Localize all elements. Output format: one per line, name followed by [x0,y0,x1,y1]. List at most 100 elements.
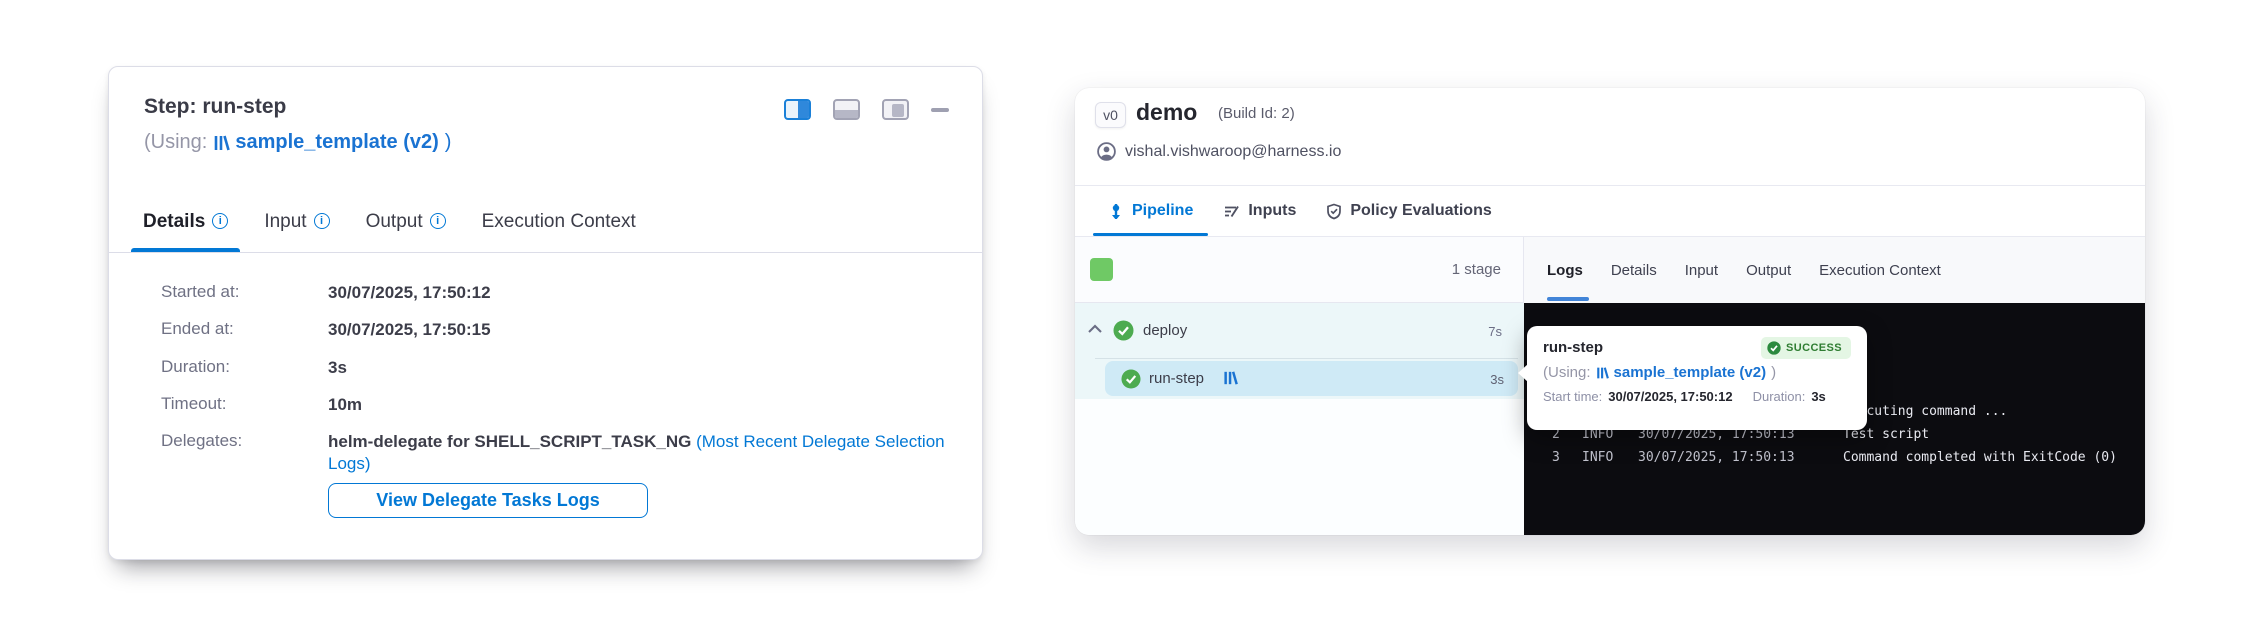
template-link-label: sample_template (v2) [235,131,438,154]
pipeline-icon [1108,203,1124,220]
tab-details[interactable]: Details i [131,205,240,252]
template-icon [1596,366,1609,380]
tab-policy-evaluations[interactable]: Policy Evaluations [1311,186,1506,236]
group-divider [1095,358,1518,359]
tab-log-input[interactable]: Input [1671,237,1732,303]
using-suffix: ) [1771,364,1776,381]
minimize-icon[interactable] [931,99,949,120]
inputs-icon [1223,203,1240,220]
detail-label: Delegates: [161,431,328,475]
tab-pipeline[interactable]: Pipeline [1093,186,1208,236]
tab-input-label: Input [264,211,306,233]
detail-row-duration: Duration: 3s [161,357,946,379]
template-link-label: sample_template (v2) [1614,364,1767,381]
tab-inputs-label: Inputs [1248,202,1296,220]
step-details-panel: Step: run-step (Using: sample_template (… [108,66,983,560]
step-duration: 3s [1490,372,1504,387]
success-check-icon [1767,341,1781,355]
detail-row-timeout: Timeout: 10m [161,394,946,416]
tab-output[interactable]: Output i [354,205,458,252]
stage-count: 1 stage [1452,261,1501,278]
using-suffix: ) [445,131,452,154]
detail-value: 30/07/2025, 17:50:15 [328,319,946,341]
tab-output-label: Output [366,211,423,233]
detail-row-ended: Ended at: 30/07/2025, 17:50:15 [161,319,946,341]
user-icon [1097,142,1116,161]
tab-logs[interactable]: Logs [1547,237,1597,303]
step-status-tooltip: run-step SUCCESS (Using: sample_template… [1527,326,1867,430]
status-badge: SUCCESS [1761,337,1851,359]
tab-logs-label: Logs [1547,262,1583,279]
log-line-number: 3 [1552,446,1582,469]
tab-log-output[interactable]: Output [1732,237,1805,303]
stage-group-duration: 7s [1488,324,1502,339]
stage-status-square[interactable] [1090,258,1113,281]
template-icon [213,134,230,152]
detail-row-started: Started at: 30/07/2025, 17:50:12 [161,282,946,304]
tab-pipeline-label: Pipeline [1132,202,1193,220]
log-tabs: Logs Details Input Output Execution Cont… [1524,237,2145,303]
screenshot-canvas: Step: run-step (Using: sample_template (… [0,0,2266,644]
template-icon [1223,370,1238,386]
log-line: 3 INFO 30/07/2025, 17:50:13 Command comp… [1552,446,2145,469]
step-row-run-step[interactable]: run-step 3s [1105,361,1518,396]
user-row: vishal.vishwaroop@harness.io [1097,142,1341,161]
using-prefix: (Using: [1543,364,1591,381]
stage-group-deploy: deploy 7s run-step 3s [1075,303,1524,399]
build-id: (Build Id: 2) [1218,105,1295,122]
using-prefix: (Using: [144,131,207,154]
info-icon[interactable]: i [314,213,330,229]
tabbar-divider [109,252,982,253]
start-time-label: Start time: [1543,389,1602,404]
log-message: Command completed with ExitCode (0) [1843,446,2117,469]
detail-row-delegates: Delegates: helm-delegate for SHELL_SCRIP… [161,431,946,475]
shield-check-icon [1326,203,1342,220]
stage-group-name: deploy [1143,322,1187,339]
tab-inputs[interactable]: Inputs [1208,186,1311,236]
tab-log-output-label: Output [1746,262,1791,279]
step-tabs: Details i Input i Output i Execution Con… [109,205,982,252]
duration-label: Duration: [1753,389,1806,404]
detail-value: 30/07/2025, 17:50:12 [328,282,946,304]
template-link[interactable]: sample_template (v2) [213,131,438,154]
version-badge[interactable]: v0 [1095,102,1126,128]
log-level: INFO [1582,446,1638,469]
delegates-text: helm-delegate for SHELL_SCRIPT_TASK_NG [328,432,696,451]
tab-log-details-label: Details [1611,262,1657,279]
detail-label: Ended at: [161,319,328,341]
tooltip-arrow [1518,364,1528,382]
tab-input[interactable]: Input i [252,205,341,252]
tooltip-using-line: (Using: sample_template (v2) ) [1543,364,1851,381]
stage-summary-strip: 1 stage [1075,237,1524,303]
tooltip-meta: Start time: 30/07/2025, 17:50:12 Duratio… [1543,389,1851,404]
tab-log-input-label: Input [1685,262,1718,279]
detail-label: Timeout: [161,394,328,416]
log-timestamp: 30/07/2025, 17:50:13 [1638,446,1843,469]
tab-log-execution-context[interactable]: Execution Context [1805,237,1955,303]
user-email: vishal.vishwaroop@harness.io [1125,143,1341,161]
start-time-value: 30/07/2025, 17:50:12 [1608,389,1732,404]
detail-label: Started at: [161,282,328,304]
stage-group-row[interactable]: deploy 7s [1075,303,1524,358]
log-message: Executing command ... [1843,400,2007,423]
success-check-icon [1121,369,1141,389]
success-check-icon [1113,320,1134,341]
info-icon[interactable]: i [212,213,228,229]
view-delegate-tasks-logs-button[interactable]: View Delegate Tasks Logs [328,483,648,518]
stage-list-panel: 1 stage deploy 7s [1075,237,1524,535]
detail-value: 3s [328,357,946,379]
status-badge-label: SUCCESS [1786,342,1842,354]
bottom-panel-icon[interactable] [833,99,860,120]
tab-execution-context[interactable]: Execution Context [470,205,648,252]
split-view-icon[interactable] [784,99,811,120]
chevron-up-icon[interactable] [1087,323,1103,335]
detail-label: Duration: [161,357,328,379]
duration-value: 3s [1811,389,1825,404]
pipeline-title: demo [1136,99,1197,126]
delegates-value: helm-delegate for SHELL_SCRIPT_TASK_NG (… [328,431,946,475]
template-link[interactable]: sample_template (v2) [1596,364,1767,381]
info-icon[interactable]: i [430,213,446,229]
floating-panel-icon[interactable] [882,99,909,120]
step-name: run-step [1149,370,1204,387]
tab-log-details[interactable]: Details [1597,237,1671,303]
